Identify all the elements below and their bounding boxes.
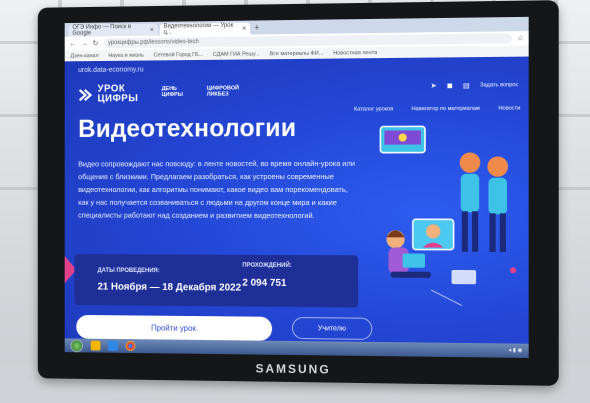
browser-tab-video[interactable]: Видеотехнологии — Урок ц... ×: [160, 23, 251, 36]
dates-value: 21 Ноября — 18 Декабря 2022: [98, 282, 242, 294]
nav-item-den-cifry[interactable]: ДЕНЬ ЦИФРЫ: [162, 86, 191, 98]
teacher-button[interactable]: Учителю: [292, 317, 372, 340]
bookmark-item[interactable]: Все материалы ФИ...: [270, 50, 324, 57]
submenu-catalog[interactable]: Каталог уроков: [354, 106, 393, 112]
passes-label: ПРОХОЖДЕНИЙ:: [242, 263, 291, 269]
star-icon[interactable]: ☆: [517, 34, 523, 42]
logo-icon: [78, 87, 92, 102]
ask-question-link[interactable]: Задать вопрос: [480, 82, 518, 88]
monitor-brand-label: SAMSUNG: [38, 359, 559, 380]
close-icon[interactable]: ×: [242, 25, 246, 32]
dates-label: ДАТЫ ПРОВЕДЕНИЯ:: [98, 268, 160, 274]
ie-icon[interactable]: [108, 341, 118, 351]
bookmark-item[interactable]: Дзен-канал: [70, 53, 98, 59]
start-lesson-button[interactable]: Пройти урок: [76, 315, 272, 341]
page-title: Видеотехнологии: [78, 114, 296, 144]
bookmark-item[interactable]: Сетевой Город ГБ...: [154, 51, 203, 57]
vk-icon[interactable]: ◼: [447, 82, 453, 90]
menu-icon[interactable]: ▤: [463, 81, 470, 89]
hero-illustration: [360, 118, 523, 322]
start-button[interactable]: [70, 339, 83, 352]
back-icon[interactable]: ←: [70, 40, 77, 47]
tab-label: ОГЭ Инфо — Поиск в Google: [72, 24, 149, 37]
bookmark-item[interactable]: Новостная лента: [333, 50, 377, 57]
monitor-screen: ОГЭ Инфо — Поиск в Google × Видеотехноло…: [65, 17, 529, 358]
browser-tab-google[interactable]: ОГЭ Инфо — Поиск в Google ×: [69, 24, 158, 37]
folder-icon[interactable]: [91, 341, 101, 351]
new-tab-icon[interactable]: +: [254, 22, 259, 32]
bookmark-item[interactable]: СДАМ ГИА Решу...: [213, 51, 260, 57]
bookmark-item[interactable]: Наука и жизнь: [108, 52, 144, 58]
top-right-controls: ➤ ◼ ▤ Задать вопрос: [431, 81, 519, 90]
lesson-info-box: ДАТЫ ПРОВЕДЕНИЯ: 21 Ноября — 18 Декабря …: [74, 254, 358, 308]
site-logo[interactable]: УРОК ЦИФРЫ: [78, 84, 152, 104]
close-icon[interactable]: ×: [150, 26, 154, 33]
passes-value: 2 094 751: [242, 278, 286, 289]
submenu-news[interactable]: Новости: [498, 105, 520, 111]
reload-icon[interactable]: ↻: [93, 39, 99, 47]
nav-item-cifrovoy-likbez[interactable]: ЦИФРОВОЙ ЛИКБЕЗ: [207, 85, 237, 97]
logo-text: УРОК ЦИФРЫ: [98, 84, 152, 104]
telegram-icon[interactable]: ➤: [431, 82, 437, 90]
chrome-icon[interactable]: [126, 341, 136, 351]
lesson-description: Видео сопровождают нас повсюду: в ленте …: [78, 157, 359, 222]
submenu-navigator[interactable]: Навигатор по материалам: [411, 106, 479, 113]
system-tray: ◂ ▮ ◉: [508, 348, 522, 354]
site-url: urok.data-economy.ru: [78, 66, 144, 74]
top-nav: ДЕНЬ ЦИФРЫ ЦИФРОВОЙ ЛИКБЕЗ: [162, 85, 237, 98]
forward-icon[interactable]: →: [81, 40, 88, 47]
tab-label: Видеотехнологии — Урок ц...: [164, 23, 243, 36]
monitor: ОГЭ Инфо — Поиск в Google × Видеотехноло…: [38, 0, 559, 386]
sub-menu: Каталог уроков Навигатор по материалам Н…: [354, 105, 520, 112]
web-page: urok.data-economy.ru УРОК ЦИФРЫ ДЕНЬ ЦИФ…: [65, 57, 529, 344]
